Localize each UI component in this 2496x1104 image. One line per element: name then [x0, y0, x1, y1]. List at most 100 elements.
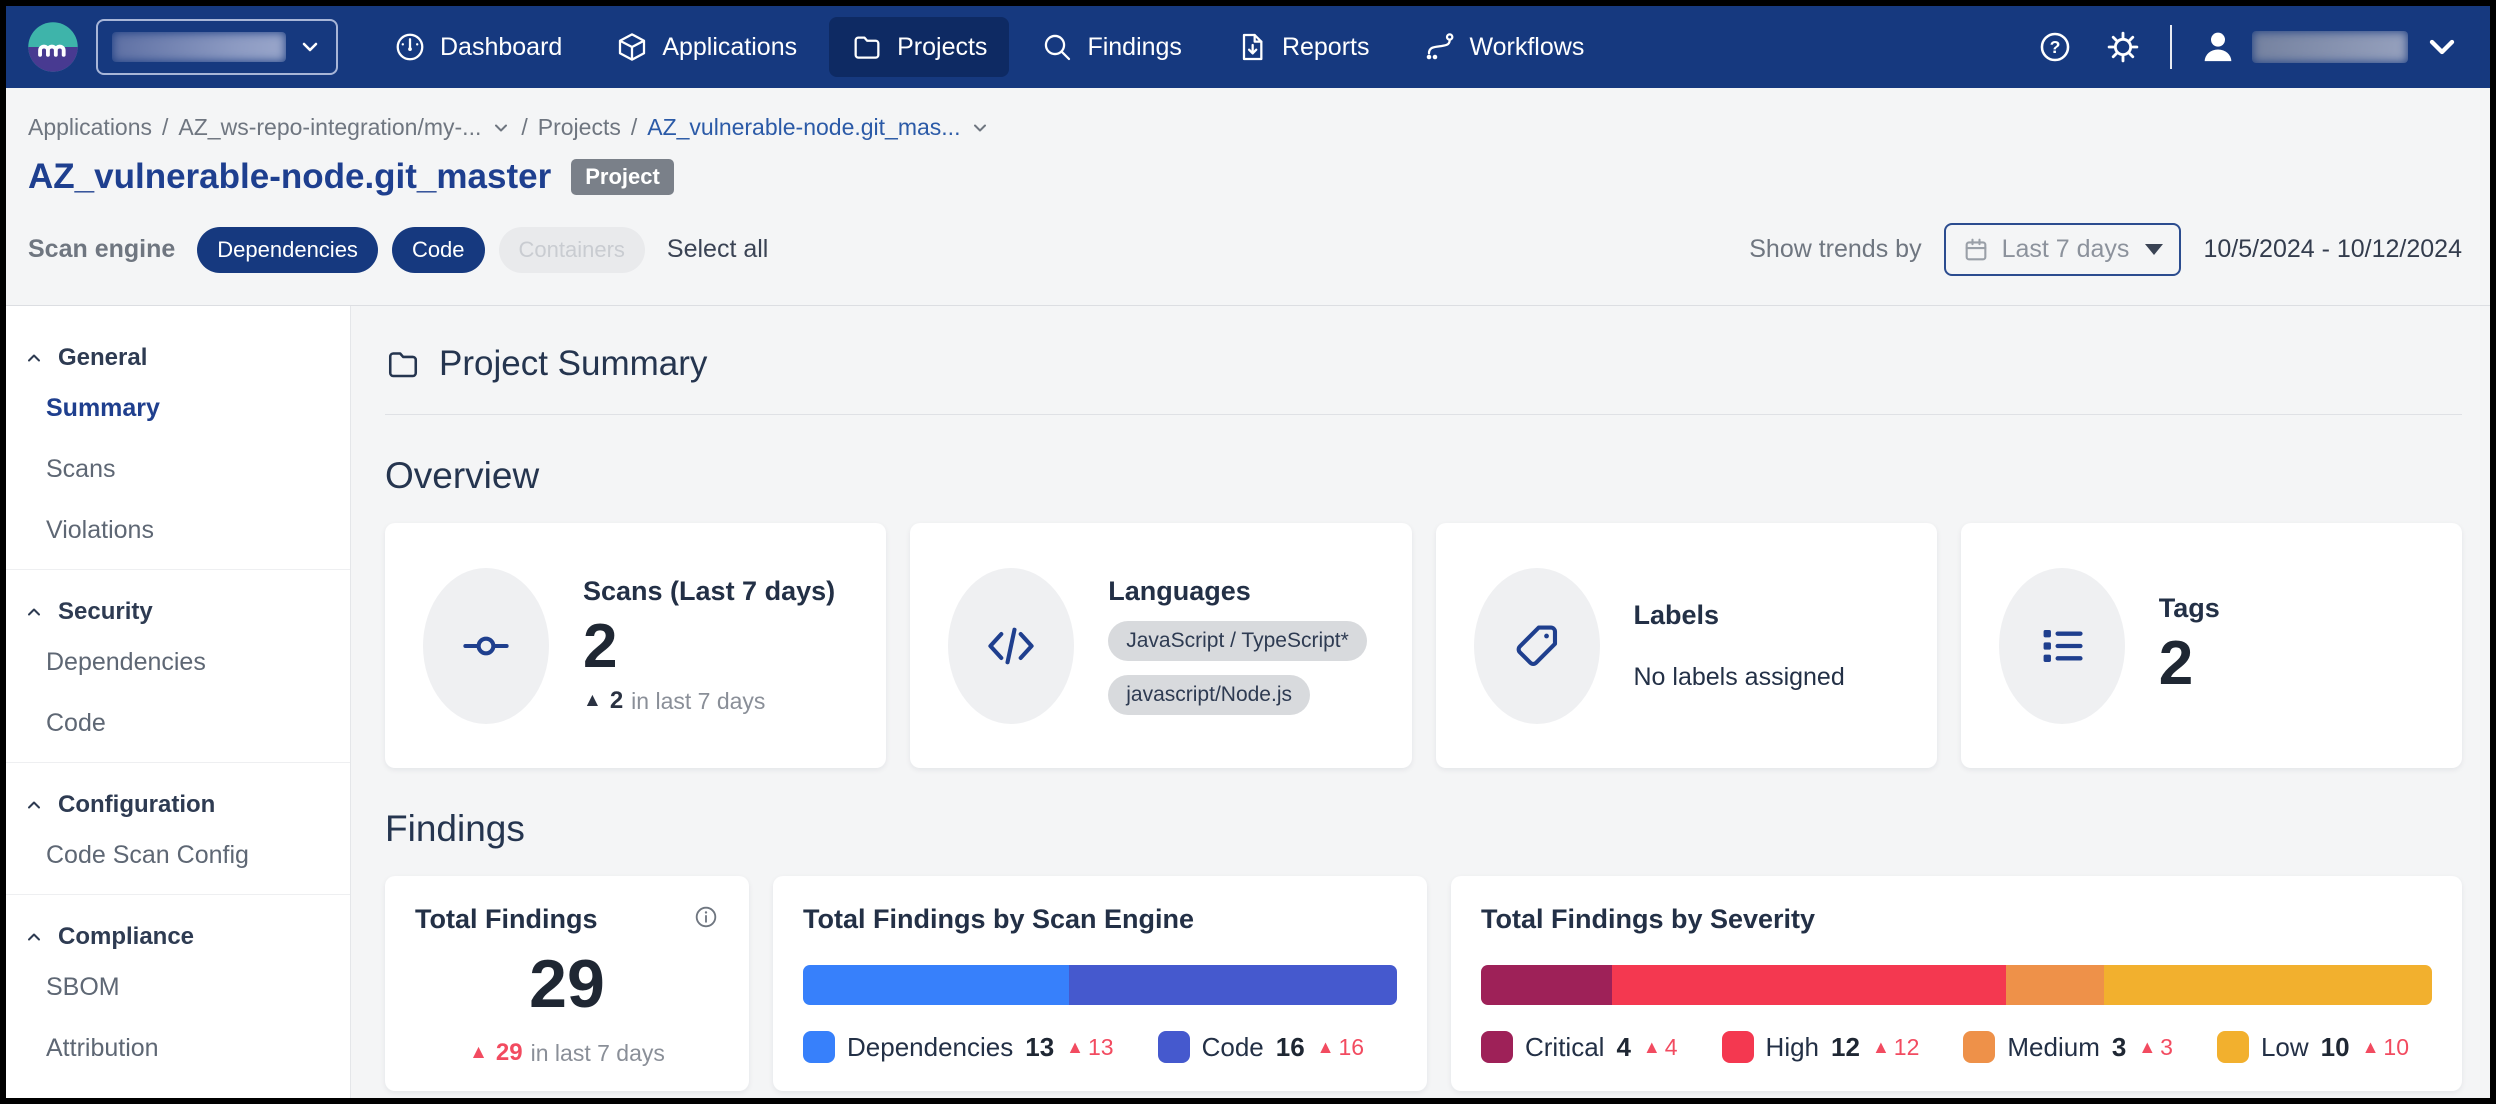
nav-item-projects[interactable]: Projects — [829, 17, 1009, 77]
legend-item-code: Code16▲16 — [1158, 1031, 1365, 1063]
legend-label: Dependencies — [847, 1032, 1013, 1063]
sidebar-section-header-general[interactable]: General — [6, 338, 350, 378]
date-range-select[interactable]: Last 7 days — [1944, 223, 2182, 276]
overview-cards: Scans (Last 7 days) 2 ▲ 2 in last 7 days — [385, 523, 2462, 768]
bar-segment-code — [1069, 965, 1397, 1005]
body-row: GeneralSummaryScansViolationsSecurityDep… — [6, 306, 2490, 1098]
card-title: Labels — [1634, 600, 1845, 631]
sidebar-item-summary[interactable]: Summary — [6, 378, 350, 439]
chevron-up-icon — [24, 795, 44, 815]
primary-nav: Dashboard Applications Projects Findings — [372, 17, 1606, 77]
breadcrumb-application-name[interactable]: AZ_ws-repo-integration/my-... — [178, 114, 481, 141]
project-summary-header: Project Summary — [385, 344, 2462, 384]
sidebar-section: ConfigurationCode Scan Config — [6, 762, 350, 894]
trend-suffix: in last 7 days — [531, 1040, 665, 1067]
organization-selector[interactable] — [96, 19, 338, 75]
scan-commit-icon — [460, 620, 512, 672]
engine-stacked-bar — [803, 965, 1397, 1005]
legend-delta: ▲12 — [1872, 1034, 1919, 1061]
dashboard-gauge-icon — [394, 31, 426, 63]
username-redacted — [2252, 31, 2408, 63]
trend-up-icon: ▲ — [1066, 1037, 1084, 1058]
calendar-icon — [1962, 236, 1990, 264]
sidebar-item-attribution[interactable]: Attribution — [6, 1018, 350, 1079]
legend-delta: ▲10 — [2362, 1034, 2409, 1061]
card-title: Tags — [2159, 593, 2220, 624]
legend-label: Code — [1202, 1032, 1264, 1063]
sidebar-section-label: Compliance — [58, 923, 194, 951]
scans-trend: ▲ 2 in last 7 days — [583, 687, 835, 715]
legend-delta: ▲16 — [1317, 1034, 1364, 1061]
language-chip: javascript/Node.js — [1108, 675, 1310, 715]
bar-segment-critical — [1481, 965, 1612, 1005]
settings-button[interactable] — [2102, 26, 2144, 68]
nav-item-findings[interactable]: Findings — [1019, 17, 1204, 77]
chip-dependencies[interactable]: Dependencies — [197, 227, 378, 273]
sidebar-section-header-security[interactable]: Security — [6, 592, 350, 632]
sidebar-item-dependencies[interactable]: Dependencies — [6, 632, 350, 693]
svg-text:?: ? — [2050, 37, 2061, 57]
chip-containers[interactable]: Containers — [499, 227, 645, 273]
breadcrumb-applications[interactable]: Applications — [28, 114, 152, 141]
trend-up-icon: ▲ — [1317, 1037, 1335, 1058]
nav-item-reports[interactable]: Reports — [1214, 17, 1392, 77]
breadcrumb-project-name[interactable]: AZ_vulnerable-node.git_mas... — [647, 114, 960, 141]
user-avatar-icon — [2198, 27, 2238, 67]
info-icon[interactable] — [693, 904, 719, 930]
card-title: Total Findings by Scan Engine — [803, 904, 1194, 935]
card-findings-by-severity: Total Findings by Severity Critical4▲4Hi… — [1451, 876, 2462, 1091]
code-brackets-icon — [985, 620, 1037, 672]
language-chip: JavaScript / TypeScript* — [1108, 621, 1367, 661]
project-summary-title: Project Summary — [439, 344, 707, 384]
tag-list-icon — [2036, 620, 2088, 672]
screenshot-frame: Dashboard Applications Projects Findings — [0, 0, 2496, 1104]
workflows-flow-icon — [1423, 31, 1455, 63]
card-languages: Languages JavaScript / TypeScript*javasc… — [910, 523, 1411, 768]
legend-item-dependencies: Dependencies13▲13 — [803, 1031, 1114, 1063]
breadcrumb-separator: / — [631, 114, 637, 141]
nav-item-workflows[interactable]: Workflows — [1401, 17, 1606, 77]
sidebar-item-sbom[interactable]: SBOM — [6, 957, 350, 1018]
chevron-down-icon[interactable] — [970, 118, 990, 138]
date-range-value: Last 7 days — [2002, 235, 2130, 264]
legend-swatch — [803, 1031, 835, 1063]
sidebar-item-violations[interactable]: Violations — [6, 500, 350, 561]
chip-code[interactable]: Code — [392, 227, 485, 273]
legend-value: 13 — [1025, 1032, 1054, 1063]
total-findings-trend: ▲ 29 in last 7 days — [415, 1039, 719, 1067]
scan-engine-chips: Dependencies Code Containers — [197, 227, 645, 273]
sidebar-item-scans[interactable]: Scans — [6, 439, 350, 500]
trend-up-icon: ▲ — [2362, 1037, 2380, 1058]
title-row: AZ_vulnerable-node.git_master Project — [28, 157, 2462, 197]
page-header: Applications / AZ_ws-repo-integration/my… — [6, 88, 2490, 306]
languages-icon-bubble — [948, 568, 1074, 724]
account-menu[interactable] — [2198, 27, 2462, 67]
findings-search-icon — [1041, 31, 1073, 63]
legend-swatch — [1722, 1031, 1754, 1063]
sidebar-section-header-configuration[interactable]: Configuration — [6, 785, 350, 825]
trend-controls: Show trends by Last 7 days 10/5/2024 - 1… — [1749, 223, 2462, 276]
select-all-button[interactable]: Select all — [667, 235, 768, 264]
severity-stacked-bar — [1481, 965, 2432, 1005]
chevron-down-icon[interactable] — [491, 118, 511, 138]
card-total-findings: Total Findings 29 ▲ 29 in last 7 days — [385, 876, 749, 1091]
breadcrumb: Applications / AZ_ws-repo-integration/my… — [28, 114, 2462, 141]
trend-up-icon: ▲ — [469, 1042, 488, 1064]
nav-item-applications[interactable]: Applications — [594, 17, 819, 77]
mend-logo[interactable] — [26, 20, 80, 74]
engine-legend: Dependencies13▲13Code16▲16 — [803, 1031, 1397, 1063]
labels-icon-bubble — [1474, 568, 1600, 724]
sidebar-section-header-compliance[interactable]: Compliance — [6, 917, 350, 957]
nav-item-label: Applications — [662, 33, 797, 62]
trend-up-icon: ▲ — [583, 690, 602, 712]
nav-item-label: Dashboard — [440, 33, 562, 62]
bar-segment-dependencies — [803, 965, 1069, 1005]
legend-delta: ▲3 — [2138, 1034, 2173, 1061]
sidebar-item-code[interactable]: Code — [6, 693, 350, 754]
help-button[interactable]: ? — [2034, 26, 2076, 68]
breadcrumb-projects[interactable]: Projects — [538, 114, 621, 141]
date-range-text: 10/5/2024 - 10/12/2024 — [2203, 235, 2462, 264]
nav-item-dashboard[interactable]: Dashboard — [372, 17, 584, 77]
sidebar-item-code-scan-config[interactable]: Code Scan Config — [6, 825, 350, 886]
scan-engine-label: Scan engine — [28, 235, 175, 264]
